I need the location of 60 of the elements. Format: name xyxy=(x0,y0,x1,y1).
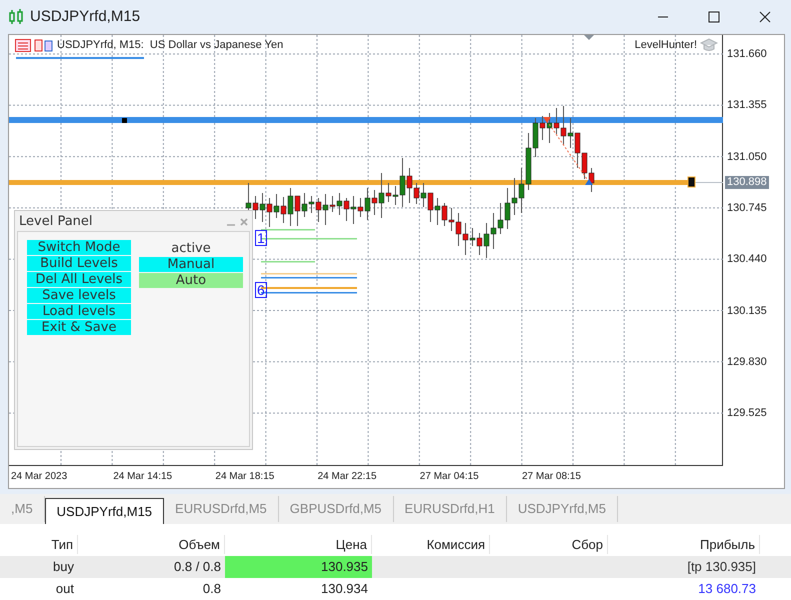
time-label: 24 Mar 2023 xyxy=(11,470,68,484)
level-line xyxy=(261,261,315,262)
column-header: Комиссия xyxy=(372,534,490,554)
close-icon[interactable] xyxy=(759,11,771,23)
chart-tab[interactable]: USDJPYrfd,M15 xyxy=(44,498,164,524)
column-header: Прибыль xyxy=(608,534,760,554)
time-label: 24 Mar 18:15 xyxy=(215,470,274,484)
maximize-icon[interactable] xyxy=(708,11,720,23)
graduation-cap-icon xyxy=(700,38,718,52)
column-header: Сбор xyxy=(490,534,608,554)
mode-button[interactable]: Manual xyxy=(139,257,243,272)
price-label: 131.050 xyxy=(727,150,767,163)
panel-button[interactable]: Exit & Save xyxy=(27,320,131,335)
price-label: 129.525 xyxy=(727,407,767,420)
price-label: 130.440 xyxy=(727,253,767,266)
indicator-label: LevelHunter! xyxy=(634,38,697,53)
column-header: Цена xyxy=(225,534,372,554)
panel-button[interactable]: Save levels xyxy=(27,288,131,303)
table-cell-text: 130.934 xyxy=(320,580,369,598)
panel-title: Level Panel xyxy=(19,213,93,232)
triangle-icon xyxy=(583,35,595,40)
table-cell-text: out xyxy=(54,580,75,598)
price-label: 130.745 xyxy=(727,202,767,214)
table-cell-text: 0.8 xyxy=(202,580,222,598)
candles-icon xyxy=(8,9,24,25)
panel-button[interactable]: Load levels xyxy=(27,304,131,319)
list-icon[interactable] xyxy=(15,38,31,52)
time-label: 24 Mar 14:15 xyxy=(113,470,172,484)
chart-header: USDJPYrfd, M15: US Dollar vs Japanese Yen xyxy=(57,38,284,53)
time-label: 27 Mar 08:15 xyxy=(522,470,581,484)
level-number-label: 6 xyxy=(255,282,267,298)
anchor-marker-icon xyxy=(122,118,127,123)
column-header: Тип xyxy=(0,534,78,554)
mode-button[interactable]: Auto xyxy=(139,273,243,288)
panel-button[interactable]: Build Levels xyxy=(27,256,131,271)
level-line xyxy=(261,229,315,230)
price-label: 131.355 xyxy=(727,99,767,112)
time-label: 27 Mar 04:15 xyxy=(420,470,479,484)
sell-arrow-icon xyxy=(543,117,551,123)
table-row[interactable]: buy 0.8 / 0.8 130.935 [tp 130.935] xyxy=(0,556,791,578)
table-cell-text: 13 680.73 xyxy=(697,580,757,598)
column-header: Объем xyxy=(78,534,225,554)
table-cell-text: [tp 130.935] xyxy=(686,558,757,576)
table-cell-text: buy xyxy=(52,558,75,576)
price-label: 129.830 xyxy=(727,356,767,368)
level-number-label: 1 xyxy=(255,230,267,246)
current-price-label: 130.898 xyxy=(725,176,769,189)
panel-button[interactable]: Switch Mode xyxy=(27,240,131,255)
price-label: 131.660 xyxy=(727,48,767,60)
price-label: 130.135 xyxy=(727,304,767,316)
time-label: 24 Mar 22:15 xyxy=(318,470,377,484)
buy-arrow-icon xyxy=(585,179,593,185)
mode-status-label: active xyxy=(171,241,211,256)
table-cell-text: 0.8 / 0.8 xyxy=(173,558,222,576)
window-title: USDJPYrfd,M15 xyxy=(30,6,140,27)
chart-window-icon[interactable] xyxy=(34,38,54,52)
handle-marker-icon[interactable] xyxy=(688,176,696,188)
trade-line xyxy=(546,120,590,182)
panel-button[interactable]: Del All Levels xyxy=(27,272,131,287)
table-cell: 130.935 xyxy=(225,556,372,578)
